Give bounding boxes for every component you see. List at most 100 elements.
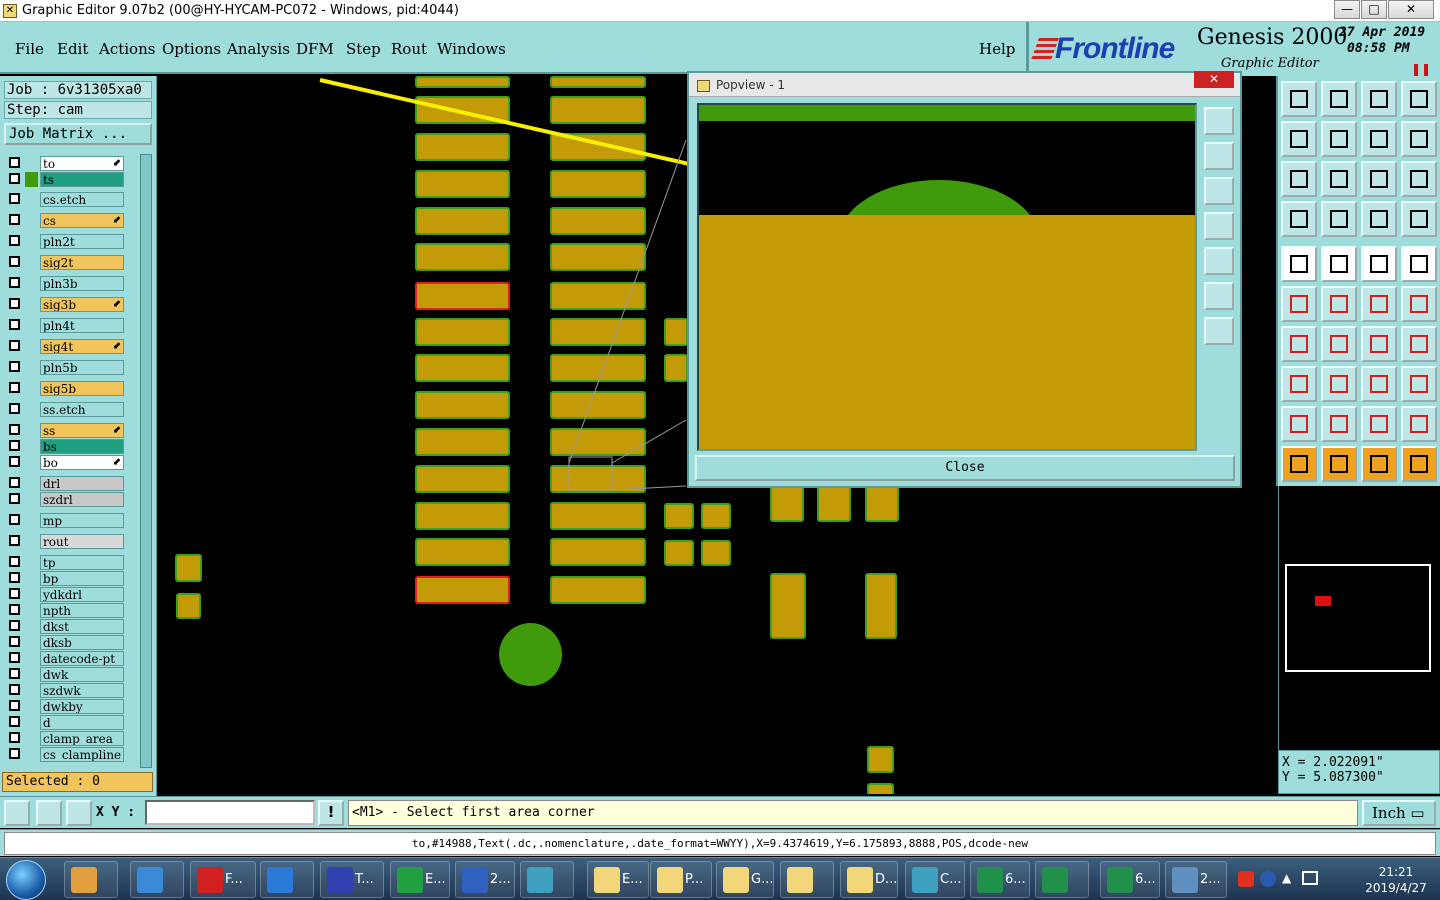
layer-checkbox[interactable] [9, 668, 20, 679]
layer-checkbox[interactable] [9, 361, 20, 372]
layer-name[interactable]: pln5b [40, 360, 124, 375]
layer-row[interactable]: dkst [4, 619, 126, 634]
screen-view-icon[interactable] [1401, 81, 1437, 117]
layer-name[interactable]: clamp_area [40, 731, 124, 746]
layer-name[interactable]: dwkby [40, 699, 124, 714]
layer-row[interactable]: pln2t [4, 234, 126, 249]
menu-rout[interactable]: Rout [391, 40, 427, 58]
layer-row[interactable]: sig5b [4, 381, 126, 396]
layer-name[interactable]: npth [40, 603, 124, 618]
taskbar-button[interactable]: G... [716, 861, 774, 898]
layer-name[interactable]: cs ⬋ [40, 213, 124, 228]
layer-checkbox[interactable] [9, 652, 20, 663]
layer-name[interactable]: szdwk [40, 683, 124, 698]
layer-row[interactable]: pln4t [4, 318, 126, 333]
pointer-path-icon[interactable] [1401, 446, 1437, 482]
grid-icon[interactable] [1321, 201, 1357, 237]
popview-zoom-in-icon[interactable] [1204, 282, 1234, 310]
taskbar-button[interactable]: E... [587, 861, 649, 898]
layer-name[interactable]: pln4t [40, 318, 124, 333]
layer-row[interactable]: bp [4, 571, 126, 586]
maximize-button[interactable]: □ [1361, 0, 1387, 19]
layer-checkbox[interactable] [9, 173, 20, 184]
taskbar-button[interactable] [130, 861, 184, 898]
popview-pan-left-icon[interactable] [1204, 212, 1234, 240]
layer-name[interactable]: drl [40, 476, 124, 491]
layer-name[interactable]: dksb [40, 635, 124, 650]
layer-name[interactable]: rout [40, 534, 124, 549]
taskbar-button[interactable]: 2... [455, 861, 515, 898]
layer-name[interactable]: pln2t [40, 234, 124, 249]
help-tray-icon[interactable] [1260, 871, 1276, 887]
line-cut-icon[interactable] [1321, 366, 1357, 402]
angle-measure-icon[interactable] [1281, 326, 1317, 362]
layer-row[interactable]: drl [4, 476, 126, 491]
pause-icon[interactable]: ❚❚ [1411, 62, 1431, 76]
layer-name[interactable]: sig3b ⬋ [40, 297, 124, 312]
menu-file[interactable]: File [15, 40, 44, 58]
layer-row[interactable]: dksb [4, 635, 126, 650]
layer-checkbox[interactable] [9, 256, 20, 267]
snap-icon[interactable] [4, 800, 30, 826]
layer-checkbox[interactable] [9, 636, 20, 647]
layer-row[interactable]: ss.etch [4, 402, 126, 417]
menu-step[interactable]: Step [346, 40, 381, 58]
layer-name[interactable]: cs_clampline [40, 747, 124, 762]
menu-analysis[interactable]: Analysis [227, 40, 290, 58]
zoom-in-box-icon[interactable] [1281, 161, 1317, 197]
layer-name[interactable]: d [40, 715, 124, 730]
layer-row[interactable]: bs [4, 439, 126, 454]
snap-red-2-icon[interactable] [1401, 201, 1437, 237]
pointer-box-icon[interactable] [1321, 446, 1357, 482]
popview-zoom-fit-icon[interactable] [1204, 107, 1234, 135]
ruler-icon[interactable] [1361, 246, 1397, 282]
layer-row[interactable]: cs_clampline [4, 747, 126, 762]
layer-name[interactable]: sig5b [40, 381, 124, 396]
taskbar-button[interactable]: 2... [1165, 861, 1227, 898]
layer-checkbox[interactable] [9, 440, 20, 451]
layer-name[interactable]: ydkdrl [40, 587, 124, 602]
taskbar-button[interactable] [1035, 861, 1089, 898]
layer-name[interactable]: cs.etch [40, 192, 124, 207]
layer-row[interactable]: szdwk [4, 683, 126, 698]
layer-row[interactable]: clamp_area [4, 731, 126, 746]
job-matrix-button[interactable]: Job Matrix ... [4, 123, 152, 145]
layer-row[interactable]: ss ⬋ [4, 423, 126, 438]
layer-checkbox[interactable] [9, 588, 20, 599]
menu-windows[interactable]: Windows [437, 40, 506, 58]
layer-checkbox[interactable] [9, 403, 20, 414]
menu-help[interactable]: Help [979, 40, 1015, 58]
layer-name[interactable]: to ⬋ [40, 156, 124, 171]
zoom-fit-icon[interactable] [1361, 121, 1397, 157]
layer-checkbox[interactable] [9, 572, 20, 583]
taskbar-button[interactable]: D... [840, 861, 898, 898]
pan-down-icon[interactable] [1321, 81, 1357, 117]
layer-row[interactable]: pln5b [4, 360, 126, 375]
layer-row[interactable]: mp [4, 513, 126, 528]
triangle-arrow-icon[interactable] [1321, 406, 1357, 442]
popview-zoom-out-icon[interactable] [1204, 317, 1234, 345]
layer-checkbox[interactable] [9, 235, 20, 246]
layer-row[interactable]: npth [4, 603, 126, 618]
taskbar-button[interactable] [780, 861, 834, 898]
network-icon[interactable] [1302, 871, 1318, 885]
layer-checkbox[interactable] [9, 193, 20, 204]
minimize-button[interactable]: — [1334, 0, 1360, 19]
taskbar-button[interactable]: 6... [1100, 861, 1160, 898]
layer-checkbox[interactable] [9, 604, 20, 615]
layer-name[interactable]: sig2t [40, 255, 124, 270]
pointer-circle-icon[interactable] [1361, 446, 1397, 482]
triangle-up-icon[interactable] [1281, 406, 1317, 442]
layer-name[interactable]: szdrl [40, 492, 124, 507]
cross-select-icon[interactable] [1321, 286, 1357, 322]
layer-checkbox[interactable] [9, 477, 20, 488]
popview-pan-up-icon[interactable] [1204, 142, 1234, 170]
layer-checkbox[interactable] [9, 157, 20, 168]
layer-name[interactable]: pln3b [40, 276, 124, 291]
taskbar-button[interactable]: C... [905, 861, 965, 898]
layer-name[interactable]: ss.etch [40, 402, 124, 417]
popview-close-button[interactable]: Close [695, 455, 1235, 481]
layer-checkbox[interactable] [9, 732, 20, 743]
overview-map[interactable] [1278, 486, 1440, 750]
slash-draw-icon[interactable] [1321, 326, 1357, 362]
